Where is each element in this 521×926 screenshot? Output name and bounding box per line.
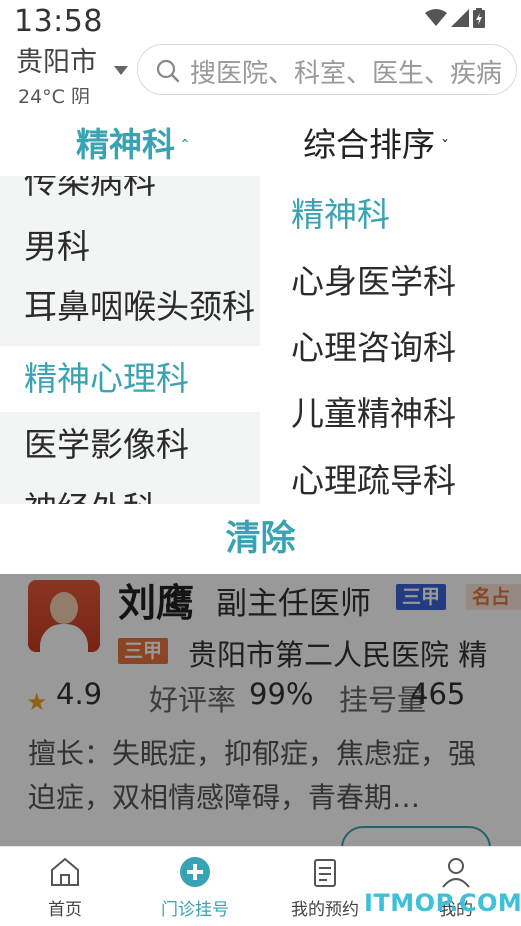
sub-department-item[interactable]: 心理咨询科 [291,321,456,369]
department-dropdown: 传染病科 男科 耳鼻咽喉头颈科 精神心理科 医学影像科 神经外科 精神科 心身医… [0,176,521,504]
battery-icon [473,8,485,28]
status-time: 13:58 [14,4,103,39]
nav-label: 首页 [48,900,82,920]
department-list[interactable]: 传染病科 男科 耳鼻咽喉头颈科 精神心理科 医学影像科 神经外科 [0,176,260,504]
search-icon [156,59,180,83]
sub-department-item[interactable]: 儿童精神科 [291,387,456,435]
sub-department-item[interactable]: 心理疏导科 [291,454,456,502]
sort-filter-label: 综合排序 [303,125,435,164]
signal-icon [451,9,469,27]
clear-bar: 清除 [0,504,521,574]
department-item[interactable]: 耳鼻咽喉头颈科 [0,274,260,340]
app-header: 贵阳市 24°C 阴 搜医院、科室、医生、疾病 [0,40,521,104]
sub-department-list: 精神科 心身医学科 心理咨询科 儿童精神科 心理疏导科 [260,176,521,504]
department-item[interactable]: 男科 [0,214,260,280]
nav-item-registration[interactable]: 门诊挂号 [130,847,260,926]
chevron-down-icon: ˇ [441,137,449,156]
department-item-active[interactable]: 精神心理科 [0,346,260,412]
sub-department-item-active[interactable]: 精神科 [291,188,390,236]
weather-text: 24°C 阴 [18,86,90,104]
watermark-text: ITMOP.COM [364,889,521,917]
filter-bar: 精神科 ˆ 综合排序 ˇ [0,104,521,176]
wifi-icon [425,9,447,26]
nav-label: 门诊挂号 [161,900,229,920]
chevron-up-icon: ˆ [181,137,189,156]
department-item[interactable]: 神经外科 [0,476,260,504]
search-box[interactable]: 搜医院、科室、医生、疾病 [137,44,517,95]
department-filter-label: 精神科 [76,125,175,164]
department-item[interactable]: 医学影像科 [0,412,260,478]
sub-department-item[interactable]: 心身医学科 [291,255,456,303]
department-item[interactable]: 传染病科 [0,176,260,215]
city-dropdown-arrow-icon[interactable] [114,66,128,75]
user-icon [442,858,470,888]
city-selector[interactable]: 贵阳市 [16,40,97,79]
nav-item-home[interactable]: 首页 [0,847,130,926]
clipboard-icon [314,859,336,887]
search-placeholder: 搜医院、科室、医生、疾病 [190,59,503,89]
home-icon [51,857,79,886]
sort-filter-tab[interactable]: 综合排序 ˇ [303,118,449,166]
plus-circle-icon [180,857,210,887]
department-filter-tab[interactable]: 精神科 ˆ [76,118,189,166]
status-bar: 13:58 [0,0,521,40]
clear-button[interactable]: 清除 [0,504,521,574]
status-icons [425,8,485,28]
